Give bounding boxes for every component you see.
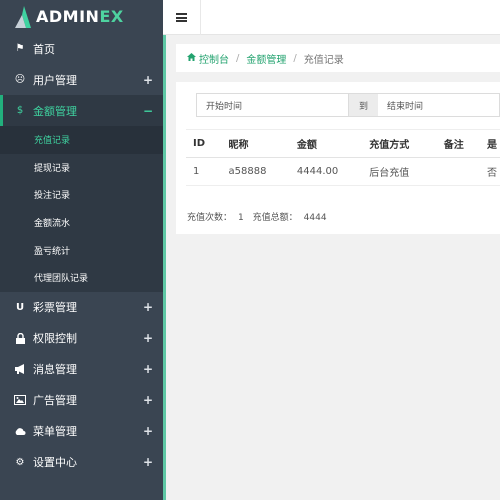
recharge-count-label: 充值次数： 1 [187, 213, 244, 223]
gear-icon: ⚙ [15, 456, 25, 468]
cell-amount: 4444.00 [289, 157, 363, 186]
submenu-item-agent-team[interactable]: 代理团队记录 [0, 264, 163, 292]
expand-icon: + [142, 455, 153, 470]
sidebar-item-messages[interactable]: 消息管理 + [0, 354, 163, 385]
sidebar: ADMINEX ⚑ 首页 ☹ 用户管理 + $ 金额管理 − 充值记录 提现记录… [0, 0, 163, 500]
breadcrumb-separator: / [293, 52, 297, 64]
column-header-amount: 金额 [289, 129, 363, 158]
sidebar-item-menus[interactable]: 菜单管理 + [0, 416, 163, 447]
submenu-item-bets[interactable]: 投注记录 [0, 181, 163, 209]
sidebar-accent-border [163, 0, 166, 500]
sidebar-item-ads[interactable]: 广告管理 + [0, 385, 163, 416]
magnet-icon: U [15, 301, 25, 313]
submenu-item-withdraw[interactable]: 提现记录 [0, 154, 163, 182]
end-date-input[interactable]: 结束时间 [378, 93, 500, 117]
expand-icon: + [142, 331, 153, 346]
breadcrumb-separator: / [236, 52, 240, 64]
table-row: 1 a58888 4444.00 后台充值 否 [186, 157, 500, 186]
collapse-icon: − [142, 103, 153, 118]
bullhorn-icon [14, 363, 26, 375]
sidebar-item-users[interactable]: ☹ 用户管理 + [0, 64, 163, 95]
cell-extra: 否 [480, 157, 500, 186]
sidebar-item-lottery[interactable]: U 彩票管理 + [0, 292, 163, 323]
breadcrumb-section-link[interactable]: 金额管理 [246, 51, 286, 66]
hamburger-icon [176, 13, 187, 22]
cell-nickname: a58888 [221, 157, 290, 186]
expand-icon: + [142, 393, 153, 408]
sidebar-item-settings[interactable]: ⚙ 设置中心 + [0, 447, 163, 478]
records-panel: 开始时间 到 结束时间 ID 昵称 金额 充值方式 备注 是 1 a58888 … [176, 82, 500, 234]
column-header-id: ID [186, 129, 222, 158]
brand-logo[interactable]: ADMINEX [0, 0, 163, 33]
user-circle-icon: ☹ [14, 74, 26, 85]
recharge-total-label: 充值总额： 4444 [252, 213, 327, 223]
lock-icon [14, 332, 26, 344]
expand-icon: + [142, 362, 153, 377]
expand-icon: + [142, 300, 153, 315]
breadcrumb-home-link[interactable]: 控制台 [199, 51, 229, 66]
brand-name: ADMINEX [36, 7, 124, 26]
date-range-separator: 到 [349, 93, 378, 117]
submenu-item-cashflow[interactable]: 金额流水 [0, 209, 163, 237]
start-date-input[interactable]: 开始时间 [196, 93, 349, 117]
cell-note [436, 157, 481, 186]
breadcrumb: 控制台 / 金额管理 / 充值记录 [176, 44, 500, 72]
logo-icon [15, 5, 31, 28]
sidebar-item-permissions[interactable]: 权限控制 + [0, 323, 163, 354]
top-bar [163, 0, 500, 35]
image-icon [14, 394, 26, 406]
home-icon [187, 52, 196, 64]
expand-icon: + [142, 424, 153, 439]
sidebar-item-home[interactable]: ⚑ 首页 [0, 33, 163, 64]
column-header-nickname: 昵称 [221, 129, 290, 158]
funds-submenu: 充值记录 提现记录 投注记录 金额流水 盈亏统计 代理团队记录 [0, 126, 163, 292]
column-header-note: 备注 [436, 129, 481, 158]
recharge-records-table: ID 昵称 金额 充值方式 备注 是 1 a58888 4444.00 后台充值… [186, 129, 500, 186]
expand-icon: + [142, 72, 153, 87]
column-header-method: 充值方式 [362, 129, 437, 158]
menu-toggle-button[interactable] [163, 0, 201, 35]
dollar-icon: $ [16, 105, 24, 116]
date-range-filter: 开始时间 到 结束时间 [196, 93, 500, 117]
sidebar-item-funds[interactable]: $ 金额管理 − [0, 95, 163, 126]
cloud-icon [14, 425, 26, 437]
submenu-item-profit[interactable]: 盈亏统计 [0, 236, 163, 264]
column-header-extra: 是 [480, 129, 500, 158]
table-header-row: ID 昵称 金额 充值方式 备注 是 [186, 129, 500, 158]
submenu-item-recharge[interactable]: 充值记录 [0, 126, 163, 154]
flag-icon: ⚑ [15, 43, 25, 54]
cell-id: 1 [186, 157, 222, 186]
recharge-summary: 充值次数： 1 充值总额： 4444 [187, 210, 327, 223]
breadcrumb-current: 充值记录 [303, 54, 344, 66]
cell-method: 后台充值 [362, 157, 437, 186]
